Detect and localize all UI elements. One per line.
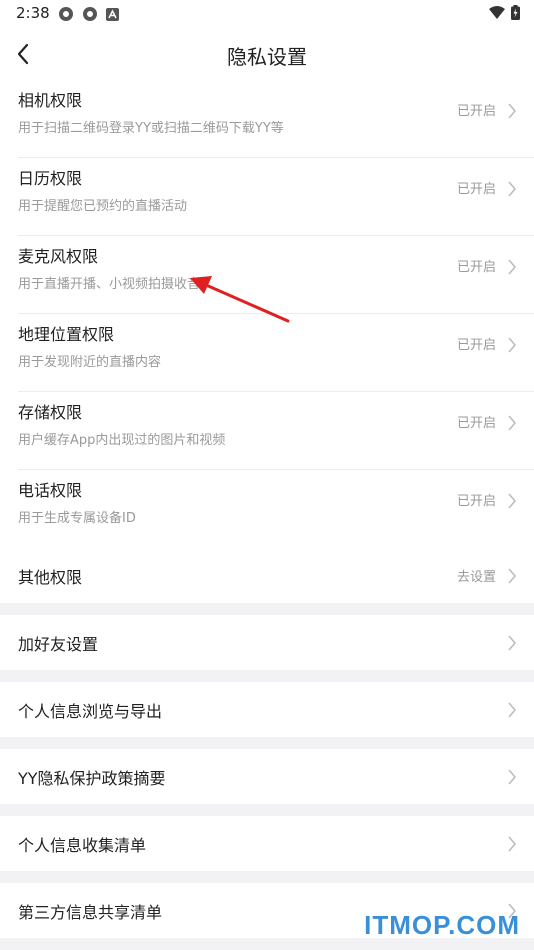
menu-row-privacy-policy-summary[interactable]: YY隐私保护政策摘要 bbox=[0, 749, 534, 804]
chevron-right-icon bbox=[508, 259, 517, 275]
chevron-right-icon bbox=[508, 568, 517, 584]
permission-status: 已开启 bbox=[456, 494, 496, 509]
other-permissions-status: 去设置 bbox=[456, 570, 496, 585]
permission-desc: 用于发现附近的直播内容 bbox=[18, 355, 162, 370]
permission-title: 日历权限 bbox=[18, 169, 83, 188]
permission-row-location[interactable]: 地理位置权限 用于发现附近的直播内容 已开启 bbox=[0, 314, 534, 392]
chevron-right-icon bbox=[508, 769, 517, 785]
menu-title: 加好友设置 bbox=[18, 635, 99, 654]
permission-desc: 用户缓存App内出现过的图片和视频 bbox=[18, 433, 226, 448]
menu-title: YY隐私保护政策摘要 bbox=[18, 769, 166, 788]
menu-title: 第三方信息共享清单 bbox=[18, 903, 163, 922]
status-time: 2:38 bbox=[16, 4, 50, 22]
permission-row-microphone[interactable]: 麦克风权限 用于直播开播、小视频拍摄收音 已开启 bbox=[0, 236, 534, 314]
app-notification-icon bbox=[59, 7, 73, 21]
chevron-right-icon bbox=[508, 103, 517, 119]
menu-row-add-friend-settings[interactable]: 加好友设置 bbox=[0, 615, 534, 670]
chevron-right-icon bbox=[508, 635, 517, 651]
a-notification-icon bbox=[106, 7, 119, 21]
permission-title: 相机权限 bbox=[18, 91, 83, 110]
menu-title: 个人信息浏览与导出 bbox=[18, 702, 163, 721]
page-title: 隐私设置 bbox=[227, 45, 307, 69]
wifi-icon bbox=[489, 6, 505, 19]
permission-status: 已开启 bbox=[456, 260, 496, 275]
permission-status: 已开启 bbox=[456, 338, 496, 353]
status-bar: 2:38 bbox=[0, 0, 534, 28]
other-permissions-title: 其他权限 bbox=[18, 568, 83, 587]
permission-status: 已开启 bbox=[456, 104, 496, 119]
battery-icon bbox=[511, 5, 520, 20]
permission-row-storage[interactable]: 存储权限 用户缓存App内出现过的图片和视频 已开启 bbox=[0, 392, 534, 470]
permission-title: 存储权限 bbox=[18, 403, 83, 422]
permission-row-phone[interactable]: 电话权限 用于生成专属设备ID 已开启 bbox=[0, 470, 534, 548]
permission-row-camera[interactable]: 相机权限 用于扫描二维码登录YY或扫描二维码下载YY等 已开启 bbox=[0, 80, 534, 158]
watermark: ITMOP.COM bbox=[364, 910, 520, 940]
permission-desc: 用于生成专属设备ID bbox=[18, 511, 136, 526]
permission-status: 已开启 bbox=[456, 182, 496, 197]
menu-row-personal-info-export[interactable]: 个人信息浏览与导出 bbox=[0, 682, 534, 737]
other-permissions-row[interactable]: 其他权限 去设置 bbox=[0, 548, 534, 603]
permission-desc: 用于扫描二维码登录YY或扫描二维码下载YY等 bbox=[18, 121, 284, 136]
permission-desc: 用于提醒您已预约的直播活动 bbox=[18, 199, 188, 214]
permission-title: 电话权限 bbox=[18, 481, 83, 500]
chevron-right-icon bbox=[508, 415, 517, 431]
chevron-right-icon bbox=[508, 836, 517, 852]
chevron-right-icon bbox=[508, 337, 517, 353]
menu-row-info-collection-list[interactable]: 个人信息收集清单 bbox=[0, 816, 534, 871]
app-bar: 隐私设置 bbox=[0, 28, 534, 80]
chevron-right-icon bbox=[508, 181, 517, 197]
permission-status: 已开启 bbox=[456, 416, 496, 431]
status-icons-right bbox=[489, 5, 520, 20]
chevron-right-icon bbox=[508, 493, 517, 509]
chevron-right-icon bbox=[508, 702, 517, 718]
permission-row-calendar[interactable]: 日历权限 用于提醒您已预约的直播活动 已开启 bbox=[0, 158, 534, 236]
permissions-list: 相机权限 用于扫描二维码登录YY或扫描二维码下载YY等 已开启 日历权限 用于提… bbox=[0, 80, 534, 548]
permission-title: 麦克风权限 bbox=[18, 247, 99, 266]
menu-title: 个人信息收集清单 bbox=[18, 836, 147, 855]
status-icons-left bbox=[58, 6, 119, 22]
permission-desc: 用于直播开播、小视频拍摄收音 bbox=[18, 277, 201, 292]
app-notification-icon bbox=[83, 7, 97, 21]
permission-title: 地理位置权限 bbox=[18, 325, 115, 344]
